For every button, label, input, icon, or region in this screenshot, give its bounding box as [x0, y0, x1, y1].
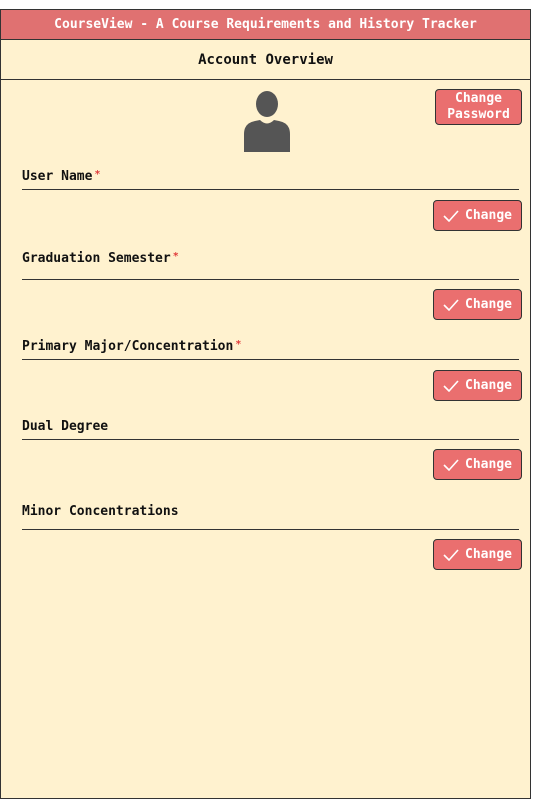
graduation-semester-field[interactable] [22, 279, 519, 280]
minor-concentrations-label: Minor Concentrations [22, 504, 179, 519]
checkmark-icon [443, 379, 459, 392]
primary-major-field[interactable] [22, 359, 519, 360]
checkmark-icon [443, 298, 459, 311]
primary-major-label: Primary Major/Concentration * [22, 339, 242, 354]
checkmark-icon [443, 458, 459, 471]
app-window: CourseView - A Course Requirements and H… [0, 9, 531, 799]
required-marker: * [94, 169, 101, 180]
graduation-semester-label: Graduation Semester * [22, 251, 179, 266]
app-title: CourseView - A Course Requirements and H… [54, 17, 477, 32]
user-name-field[interactable] [22, 189, 519, 190]
dual-degree-field[interactable] [22, 439, 519, 440]
change-password-button[interactable]: Change Password [435, 89, 522, 125]
change-password-label-line2: Password [447, 107, 510, 122]
change-user-name-button[interactable]: Change [433, 200, 522, 231]
user-name-label: User Name * [22, 169, 101, 184]
change-primary-major-button[interactable]: Change [433, 370, 522, 401]
app-title-bar: CourseView - A Course Requirements and H… [1, 10, 530, 40]
minor-concentrations-field[interactable] [22, 529, 519, 530]
change-graduation-semester-button[interactable]: Change [433, 289, 522, 320]
required-marker: * [235, 339, 242, 350]
page-header: Account Overview [1, 40, 530, 80]
change-password-label-line1: Change [455, 91, 502, 106]
change-dual-degree-button[interactable]: Change [433, 449, 522, 480]
checkmark-icon [443, 548, 459, 561]
change-minor-concentrations-button[interactable]: Change [433, 539, 522, 570]
checkmark-icon [443, 209, 459, 222]
dual-degree-label: Dual Degree [22, 419, 109, 434]
required-marker: * [172, 251, 179, 262]
user-avatar-icon [244, 91, 290, 152]
page-title: Account Overview [198, 51, 333, 68]
